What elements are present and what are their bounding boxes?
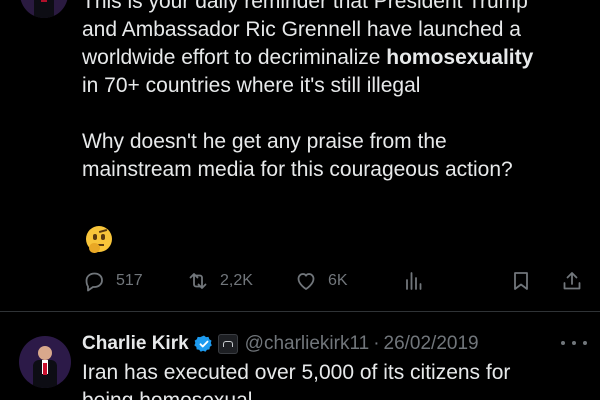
tweet2-line-1: Iran has executed over 5,000 of its citi…	[82, 361, 511, 384]
bookmark-button[interactable]	[509, 266, 533, 296]
avatar-face	[38, 346, 52, 360]
like-button[interactable]: 6K	[294, 266, 348, 296]
avatar-tie	[43, 363, 47, 375]
author-name[interactable]: Charlie Kirk	[82, 333, 189, 355]
affiliation-badge-icon[interactable]	[217, 334, 238, 354]
retweet-icon	[189, 273, 207, 289]
reply-icon	[85, 272, 103, 292]
like-count: 6K	[328, 272, 348, 289]
author-handle[interactable]: @charliekirk11	[245, 333, 370, 355]
retweet-button[interactable]: 2,2K	[186, 266, 253, 296]
share-icon	[563, 272, 581, 290]
thinking-face-emoji	[86, 226, 112, 253]
bookmark-icon	[514, 272, 528, 290]
analytics-icon	[406, 272, 422, 290]
tweet-line-5: Why doesn't he get any praise from the	[82, 130, 447, 153]
reply-button[interactable]: 517	[82, 266, 143, 296]
more-dot	[561, 341, 565, 345]
tweet-date[interactable]: 26/02/2019	[384, 333, 479, 355]
tweet-text: This is your daily reminder that Preside…	[82, 0, 597, 184]
more-options-button[interactable]	[561, 334, 587, 352]
tweet2-line-2: being homosexual	[82, 387, 597, 400]
avatar-tie	[41, 0, 47, 2]
heart-icon	[297, 273, 315, 290]
more-dot	[572, 341, 576, 345]
tweet-text-2: Iran has executed over 5,000 of its citi…	[82, 359, 597, 400]
tweet-line-3-text: worldwide effort to decriminalize	[82, 46, 387, 69]
tweet-line-4: in 70+ countries where it's still illega…	[82, 74, 421, 97]
more-dot	[583, 341, 587, 345]
tweet-line-6: mainstream media for this courageous act…	[82, 158, 513, 181]
author-avatar[interactable]	[20, 0, 68, 18]
tweet-line-3: worldwide effort to decriminalize homose…	[82, 44, 597, 72]
separator-dot: ·	[373, 333, 380, 354]
tweet-line-1: This is your daily reminder that Preside…	[82, 0, 528, 13]
share-button[interactable]	[560, 266, 584, 296]
author-avatar-2[interactable]	[19, 336, 71, 388]
tweet-divider	[0, 311, 600, 312]
hashtag-keyword: homosexuality	[386, 46, 534, 69]
avatar-suit	[34, 0, 54, 18]
verified-badge-icon	[193, 335, 212, 352]
tweet-header: Charlie Kirk @charliekirk11 · 26/02/2019	[82, 330, 479, 358]
tweet-line-2: and Ambassador Ric Grennell have launche…	[82, 18, 521, 41]
views-button[interactable]	[402, 266, 426, 296]
tweet-actions: 517 2,2K 6K	[82, 266, 592, 296]
reply-count: 517	[116, 272, 143, 289]
retweet-count: 2,2K	[220, 272, 253, 289]
